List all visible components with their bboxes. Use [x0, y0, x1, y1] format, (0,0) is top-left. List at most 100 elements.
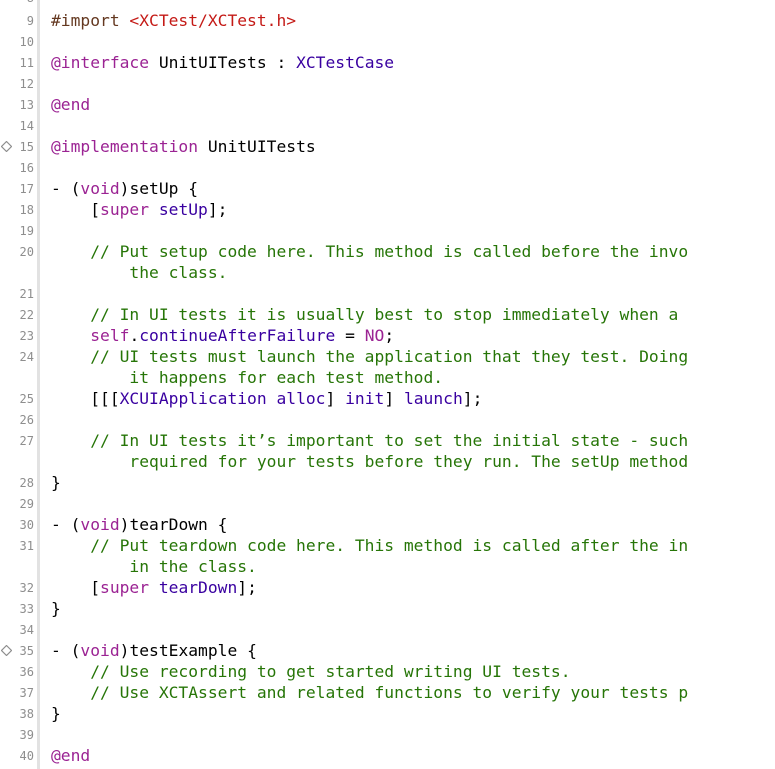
line-number: 30 [19, 518, 34, 532]
line-number: 11 [19, 56, 34, 70]
bracket: [ [51, 578, 101, 597]
line-number: 22 [19, 308, 34, 322]
code-line-24-wrap[interactable]: it happens for each test method. [51, 367, 443, 388]
line-number: 21 [19, 287, 34, 301]
code-line-20[interactable]: // Put setup code here. This method is c… [51, 241, 688, 262]
import-path: <XCTest/XCTest.h> [129, 11, 297, 30]
implementation-name: UnitUITests [198, 137, 316, 156]
code-line-37[interactable]: // Use XCTAssert and related functions t… [51, 682, 688, 703]
code-line-40[interactable]: @end [51, 745, 90, 766]
superclass-name: XCTestCase [296, 53, 395, 72]
super-keyword: super [100, 200, 150, 219]
code-line-31-wrap[interactable]: in the class. [51, 556, 256, 577]
interface-name: UnitUITests : [149, 53, 297, 72]
code-line-23[interactable]: self.continueAfterFailure = NO; [51, 325, 394, 346]
void-keyword: void [80, 641, 120, 660]
code-line-15[interactable]: @implementation UnitUITests [51, 136, 316, 157]
void-keyword: void [80, 179, 120, 198]
method-signature: )tearDown { [119, 515, 228, 534]
line-number: 23 [19, 329, 34, 343]
line-number: 24 [19, 350, 34, 364]
code-line-28[interactable]: } [51, 472, 61, 493]
line-number: 9 [26, 14, 34, 28]
method-dash: - ( [51, 179, 81, 198]
bracket: ]; [207, 200, 228, 219]
method-call: setUp [149, 200, 208, 219]
code-line-38[interactable]: } [51, 703, 61, 724]
line-number: 33 [19, 602, 34, 616]
method-dash: - ( [51, 515, 81, 534]
semicolon: ; [384, 326, 395, 345]
line-number: 13 [19, 98, 34, 112]
line-number: 37 [19, 686, 34, 700]
line-number: 32 [19, 581, 34, 595]
code-line-36[interactable]: // Use recording to get started writing … [51, 661, 570, 682]
line-number: 38 [19, 707, 34, 721]
code-line-24[interactable]: // UI tests must launch the application … [51, 346, 688, 367]
code-line-17[interactable]: - (void)setUp { [51, 178, 198, 199]
bracket: ]; [462, 389, 483, 408]
code-line-18[interactable]: [super setUp]; [51, 199, 227, 220]
code-line-35[interactable]: - (void)testExample { [51, 640, 257, 661]
method-call: tearDown [149, 578, 238, 597]
line-number: 40 [19, 749, 34, 763]
dot: . [129, 326, 140, 345]
no-literal: NO [364, 326, 385, 345]
line-number: 29 [19, 497, 34, 511]
code-line-20-wrap[interactable]: the class. [51, 262, 227, 283]
line-number: 18 [19, 203, 34, 217]
interface-keyword: @interface [51, 53, 150, 72]
code-line-32[interactable]: [super tearDown]; [51, 577, 257, 598]
property-name: continueAfterFailure [139, 326, 336, 345]
fold-ribbon[interactable] [37, 0, 40, 769]
line-number: 31 [19, 539, 34, 553]
line-number: 39 [19, 728, 34, 742]
line-number: 34 [19, 623, 34, 637]
code-editor[interactable]: 8 9 10 11 12 13 14 15 16 17 18 19 20 21 … [0, 0, 775, 769]
code-line-25[interactable]: [[[XCUIApplication alloc] init] launch]; [51, 388, 482, 409]
method-call: launch [403, 389, 463, 408]
line-number: 15 [19, 140, 34, 154]
code-line-11[interactable]: @interface UnitUITests : XCTestCase [51, 52, 394, 73]
code-line-22[interactable]: // In UI tests it is usually best to sto… [51, 304, 678, 325]
line-number: 26 [19, 413, 34, 427]
bracket: [[[ [51, 389, 120, 408]
code-line-27-wrap[interactable]: required for your tests before they run.… [51, 451, 688, 472]
line-number: 27 [19, 434, 34, 448]
end-keyword: @end [51, 746, 91, 765]
bracket: ] [384, 389, 404, 408]
end-keyword: @end [51, 95, 91, 114]
method-dash: - ( [51, 641, 81, 660]
code-line-31[interactable]: // Put teardown code here. This method i… [51, 535, 688, 556]
line-number: 8 [0, 0, 34, 5]
self-keyword: self [90, 326, 130, 345]
line-number: 36 [19, 665, 34, 679]
class-name: XCUIApplication [119, 389, 267, 408]
import-directive: #import [51, 11, 130, 30]
bracket: ]; [237, 578, 257, 597]
line-number: 16 [19, 161, 34, 175]
line-number: 10 [19, 35, 34, 49]
line-number: 25 [19, 392, 34, 406]
line-number: 28 [19, 476, 34, 490]
line-number: 20 [19, 245, 34, 259]
code-line-13[interactable]: @end [51, 94, 90, 115]
bracket: [ [51, 200, 101, 219]
line-number: 12 [19, 77, 34, 91]
line-number: 19 [19, 224, 34, 238]
code-line-9[interactable]: #import <XCTest/XCTest.h> [51, 10, 296, 31]
assign: = [335, 326, 365, 345]
line-number: 17 [19, 182, 34, 196]
method-call: init [345, 389, 385, 408]
line-number: 35 [19, 644, 34, 658]
implementation-keyword: @implementation [51, 137, 199, 156]
code-line-33[interactable]: } [51, 598, 61, 619]
line-number: 14 [19, 119, 34, 133]
code-line-30[interactable]: - (void)tearDown { [51, 514, 227, 535]
method-signature: )testExample { [119, 641, 257, 660]
void-keyword: void [80, 515, 120, 534]
bracket: ] [325, 389, 346, 408]
method-call: alloc [266, 389, 326, 408]
code-line-27[interactable]: // In UI tests it’s important to set the… [51, 430, 688, 451]
